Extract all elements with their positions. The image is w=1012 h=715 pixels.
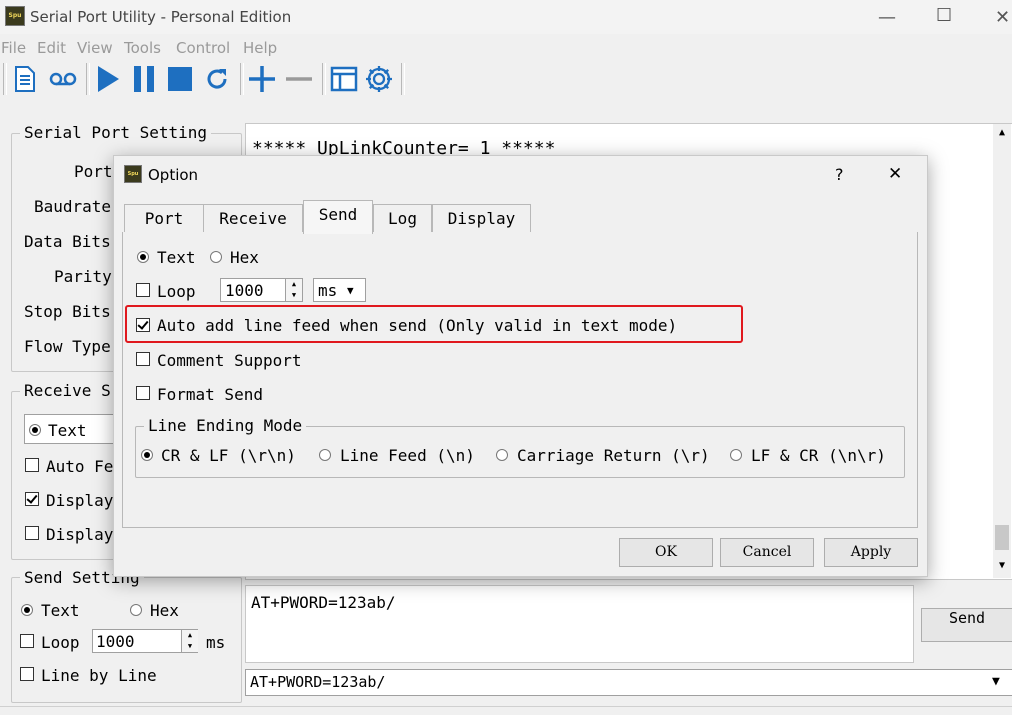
toolbar-separator bbox=[322, 63, 326, 95]
stop-icon[interactable] bbox=[163, 62, 197, 96]
tab-display[interactable]: Display bbox=[432, 204, 531, 233]
window-title: Serial Port Utility - Personal Edition bbox=[30, 8, 292, 26]
record-icon[interactable] bbox=[46, 62, 80, 96]
tab-log[interactable]: Log bbox=[373, 204, 432, 233]
scrollbar-thumb[interactable] bbox=[995, 525, 1009, 550]
dialog-loop-checkbox[interactable] bbox=[136, 283, 150, 297]
receive-display2-checkbox[interactable] bbox=[25, 526, 39, 540]
receive-scrollbar[interactable] bbox=[993, 124, 1011, 578]
receive-display-checkbox[interactable] bbox=[25, 492, 39, 506]
line-ending-lf-radio[interactable] bbox=[319, 449, 331, 461]
line-ending-crlf-radio[interactable] bbox=[141, 449, 153, 461]
menu-edit[interactable]: Edit bbox=[37, 39, 66, 57]
baudrate-label: Baudrate bbox=[34, 197, 112, 216]
menu-file[interactable]: File bbox=[1, 39, 26, 57]
new-document-icon[interactable] bbox=[8, 62, 42, 96]
scroll-up-icon[interactable]: ▲ bbox=[994, 125, 1010, 141]
receive-auto-feed-checkbox[interactable] bbox=[25, 458, 39, 472]
menu-help[interactable]: Help bbox=[243, 39, 277, 57]
dialog-app-icon: Spu bbox=[124, 165, 142, 183]
send-text-content: AT+PWORD=123ab/ bbox=[251, 593, 396, 612]
receive-auto-feed-label: Auto Fe bbox=[46, 457, 114, 476]
receive-text-label: Text bbox=[48, 421, 87, 440]
send-button[interactable]: Send bbox=[921, 608, 1012, 642]
ok-button[interactable]: OK bbox=[619, 538, 713, 567]
scroll-down-icon[interactable]: ▼ bbox=[994, 558, 1010, 574]
send-hex-label: Hex bbox=[150, 601, 179, 620]
dialog-close-icon[interactable]: ✕ bbox=[888, 164, 902, 184]
send-hex-radio[interactable] bbox=[130, 604, 142, 616]
flow-type-label: Flow Type bbox=[24, 337, 111, 356]
highlight-box bbox=[125, 305, 743, 343]
maximize-icon[interactable]: ☐ bbox=[936, 5, 952, 26]
send-text-label: Text bbox=[41, 601, 80, 620]
dialog-hex-label: Hex bbox=[230, 248, 259, 267]
dialog-help-icon[interactable]: ? bbox=[835, 165, 844, 184]
tab-port[interactable]: Port bbox=[124, 204, 204, 233]
dialog-text-radio[interactable] bbox=[137, 251, 149, 263]
unit-dropdown-icon[interactable]: ▼ bbox=[347, 284, 354, 297]
comment-support-label: Comment Support bbox=[157, 351, 302, 370]
line-ending-cr-radio[interactable] bbox=[496, 449, 508, 461]
send-loop-checkbox[interactable] bbox=[20, 634, 34, 648]
format-send-label: Format Send bbox=[157, 385, 263, 404]
tab-send[interactable]: Send bbox=[303, 200, 373, 234]
send-loop-unit: ms bbox=[206, 633, 226, 652]
remove-icon[interactable] bbox=[282, 62, 316, 96]
format-send-checkbox[interactable] bbox=[136, 386, 150, 400]
toolbar-separator bbox=[240, 63, 244, 95]
dialog-hex-radio[interactable] bbox=[210, 251, 222, 263]
data-bits-label: Data Bits bbox=[24, 232, 111, 251]
line-by-line-checkbox[interactable] bbox=[20, 667, 34, 681]
send-loop-spinner[interactable]: ▲ ▼ bbox=[181, 630, 198, 652]
minimize-icon[interactable]: — bbox=[878, 7, 896, 28]
play-icon[interactable] bbox=[91, 62, 125, 96]
refresh-icon[interactable] bbox=[200, 62, 234, 96]
receive-text-radio[interactable] bbox=[29, 424, 41, 436]
toolbar-separator bbox=[86, 63, 90, 95]
parity-label: Parity bbox=[54, 267, 112, 286]
window-layout-icon[interactable] bbox=[327, 62, 361, 96]
serial-port-setting-title: Serial Port Setting bbox=[20, 123, 212, 142]
apply-button[interactable]: Apply bbox=[824, 538, 918, 567]
history-dropdown-icon[interactable]: ▼ bbox=[992, 674, 1000, 689]
dialog-loop-spinner[interactable]: ▲ ▼ bbox=[285, 279, 302, 301]
add-icon[interactable] bbox=[245, 62, 279, 96]
dialog-title: Option bbox=[148, 166, 199, 184]
menu-tools[interactable]: Tools bbox=[124, 39, 161, 57]
title-bar: Spu Serial Port Utility - Personal Editi… bbox=[0, 0, 1012, 34]
send-tab-pane bbox=[122, 232, 918, 528]
pause-icon[interactable] bbox=[127, 62, 161, 96]
toolbar-separator bbox=[401, 63, 405, 95]
send-loop-label: Loop bbox=[41, 633, 80, 652]
line-by-line-label: Line by Line bbox=[41, 666, 157, 685]
menu-control[interactable]: Control bbox=[176, 39, 230, 57]
receive-setting-title: Receive S bbox=[20, 381, 115, 400]
send-text-radio[interactable] bbox=[21, 604, 33, 616]
dialog-text-label: Text bbox=[157, 248, 196, 267]
app-icon: Spu bbox=[5, 6, 25, 26]
send-history-value: AT+PWORD=123ab/ bbox=[250, 673, 386, 691]
receive-display2-label: Display bbox=[46, 525, 114, 544]
line-ending-crlf-label: CR & LF (\r\n) bbox=[161, 446, 296, 465]
line-ending-lfcr-radio[interactable] bbox=[730, 449, 742, 461]
port-label: Port bbox=[74, 162, 113, 181]
stop-bits-label: Stop Bits bbox=[24, 302, 111, 321]
comment-support-checkbox[interactable] bbox=[136, 352, 150, 366]
close-window-icon[interactable]: ✕ bbox=[995, 7, 1010, 28]
cancel-button[interactable]: Cancel bbox=[720, 538, 814, 567]
dialog-loop-label: Loop bbox=[157, 282, 196, 301]
line-ending-cr-label: Carriage Return (\r) bbox=[517, 446, 710, 465]
receive-display-label: Display bbox=[46, 491, 114, 510]
toolbar-separator bbox=[3, 63, 7, 95]
dialog-loop-unit-select[interactable]: ms bbox=[313, 278, 366, 302]
settings-gear-icon[interactable] bbox=[362, 62, 396, 96]
line-ending-lf-label: Line Feed (\n) bbox=[340, 446, 475, 465]
line-ending-lfcr-label: LF & CR (\n\r) bbox=[751, 446, 886, 465]
tab-receive[interactable]: Receive bbox=[203, 204, 303, 233]
menu-view[interactable]: View bbox=[77, 39, 113, 57]
line-ending-title: Line Ending Mode bbox=[144, 416, 307, 435]
